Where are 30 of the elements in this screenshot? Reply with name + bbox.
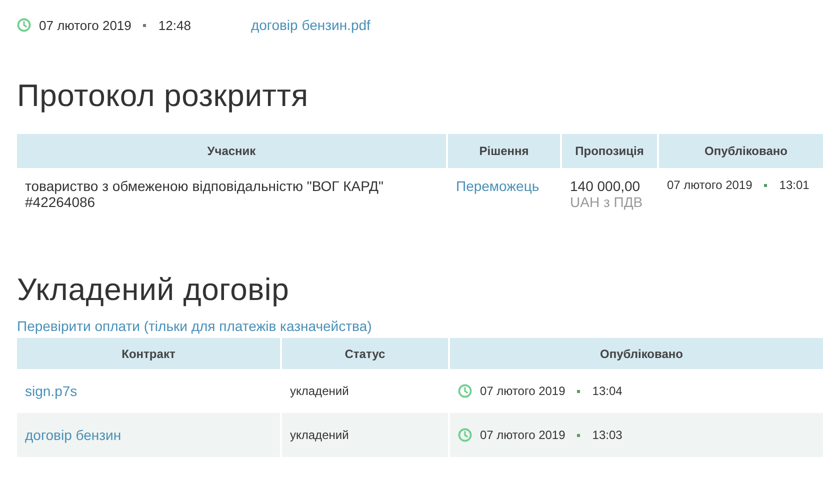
status-cell: укладений — [282, 413, 448, 457]
column-header: Пропозиція — [562, 134, 657, 168]
section-title: Протокол розкриття — [17, 78, 310, 115]
status-cell-text: укладений — [289, 383, 350, 400]
file-link[interactable]: договір бензин.pdf — [250, 17, 370, 33]
decision-link[interactable]: Переможець — [456, 178, 540, 194]
column-header: Опубліковано — [659, 134, 823, 168]
publish-date: 07 лютого 2019 — [667, 178, 752, 192]
publish-date: 07 лютого 2019 — [480, 384, 566, 398]
column-header: Рішення — [448, 134, 560, 168]
clock-icon — [458, 384, 472, 398]
contract-link[interactable]: sign.p7s — [25, 383, 78, 399]
participant-cell-text: товариство з обмеженою відповідальністю "ВОГ КАРД" #42264086 — [24, 177, 384, 212]
publish-date: 07 лютого 2019 — [39, 18, 132, 32]
column-header: Учасник — [17, 134, 446, 168]
publish-time: 13:03 — [592, 428, 622, 442]
contract-link[interactable]: договір бензин — [25, 427, 122, 443]
clock-icon — [17, 18, 31, 32]
column-header: Статус — [282, 338, 448, 369]
currency-text: UAH з ПДВ — [570, 194, 644, 210]
amount-text: 140 000,00 — [570, 178, 642, 194]
section-title: Укладений договір — [17, 272, 290, 309]
check-payments-link[interactable]: Перевірити оплати (тільки для платежів казначейства) — [17, 318, 823, 334]
publish-time: 13:01 — [779, 178, 810, 192]
publish-time: 12:48 — [158, 18, 191, 32]
publish-date: 07 лютого 2019 — [480, 428, 566, 442]
clock-icon — [458, 428, 472, 442]
column-header: Опубліковано — [450, 338, 823, 369]
publish-time: 13:04 — [592, 384, 622, 398]
column-header: Контракт — [17, 338, 280, 369]
